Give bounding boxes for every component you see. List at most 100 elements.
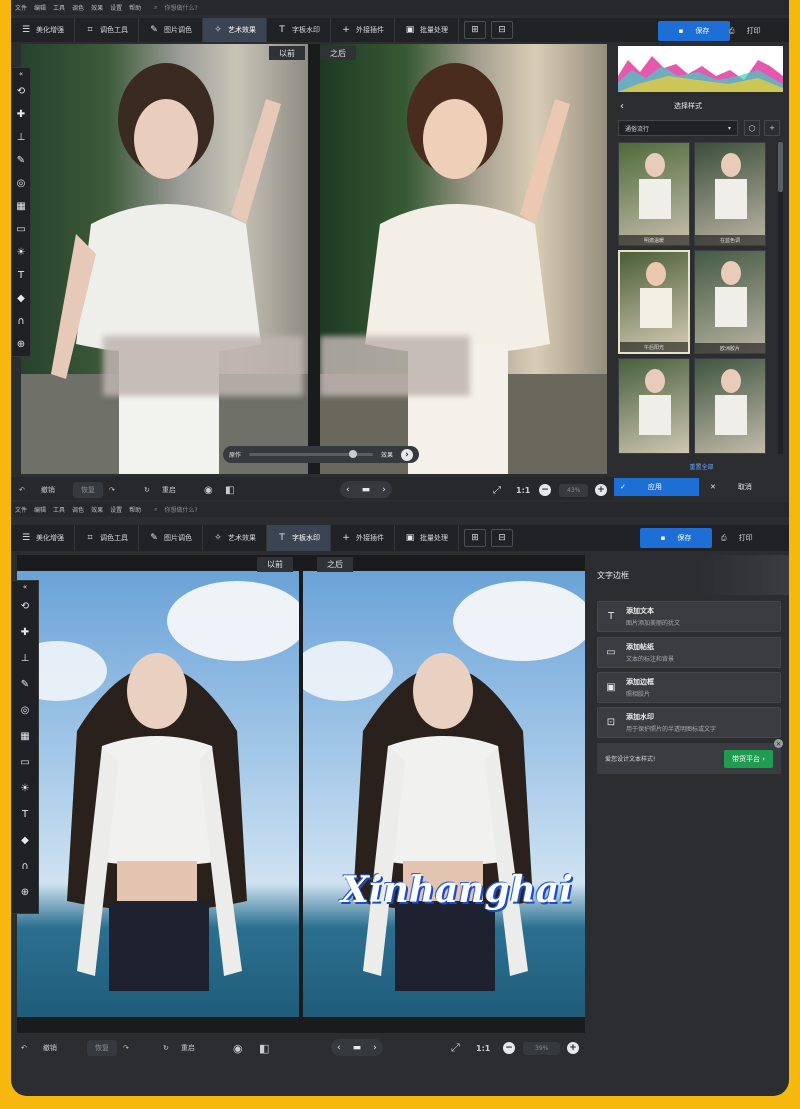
zoom-out-button[interactable]: − (503, 1033, 515, 1063)
export-settings-button[interactable]: ⊟ (491, 529, 513, 547)
back-icon[interactable]: ‹ (620, 101, 624, 112)
text-tool-icon[interactable]: T (22, 801, 28, 827)
export-settings-button[interactable]: ⊟ (491, 21, 513, 39)
menu-color[interactable]: 调色 (72, 3, 84, 12)
fit-screen-icon[interactable]: ⤢ (451, 1033, 460, 1063)
next-circle-icon[interactable]: › (401, 448, 413, 461)
prev-icon[interactable]: ‹ (337, 1043, 341, 1053)
reset-button[interactable]: ↻ 重启 (163, 1033, 195, 1063)
slider-track[interactable] (249, 450, 373, 458)
globe-icon[interactable]: ⊕ (21, 879, 29, 905)
healing-icon[interactable]: ✚ (21, 619, 29, 645)
collapse-icon[interactable]: « (23, 581, 27, 593)
menu-file[interactable]: 文件 (15, 3, 27, 12)
fill-icon[interactable]: ◆ (17, 287, 25, 310)
zoom-out-button[interactable]: − (539, 477, 551, 500)
menu-effects[interactable]: 效果 (91, 3, 103, 12)
actual-size-button[interactable]: 1:1 (516, 477, 530, 500)
slider-thumb[interactable] (348, 450, 357, 458)
folder-icon[interactable]: ▬ (362, 485, 371, 495)
close-promo-icon[interactable]: × (774, 739, 783, 748)
sun-icon[interactable]: ☀ (17, 241, 26, 264)
menu-help[interactable]: 帮助 (129, 3, 141, 12)
collapse-icon[interactable]: « (19, 68, 23, 80)
tab-text-watermark[interactable]: T 字板水印 (267, 18, 331, 42)
print-button[interactable]: ⎙ 打印 (729, 21, 761, 41)
actual-size-button[interactable]: 1:1 (476, 1033, 490, 1063)
search-input[interactable]: 你想做什么? (164, 505, 197, 514)
export-list-button[interactable]: ⊞ (464, 529, 486, 547)
style-thumb-6[interactable] (694, 358, 766, 454)
redo-button[interactable]: 恢复 ↷ (87, 1033, 129, 1063)
menu-color[interactable]: 调色 (72, 505, 84, 514)
tab-art-effects[interactable]: ✧ 艺术效果 (203, 525, 267, 551)
menu-file[interactable]: 文件 (15, 505, 27, 514)
menu-settings[interactable]: 设置 (110, 505, 122, 514)
gradient-icon[interactable]: ▦ (20, 723, 29, 749)
target-icon[interactable]: ◎ (17, 172, 26, 195)
tab-enhance[interactable]: ☰ 美化增强 (11, 525, 75, 551)
zoom-in-button[interactable]: + (595, 477, 607, 500)
text-tool-icon[interactable]: T (18, 264, 24, 287)
stamp-icon[interactable]: ⊥ (17, 126, 26, 149)
eye-icon[interactable]: ◉ (233, 1033, 243, 1063)
eye-icon[interactable]: ◉ (204, 477, 213, 500)
zoom-in-button[interactable]: + (567, 1033, 579, 1063)
watermark-text[interactable]: Xinhanghai (341, 869, 573, 911)
brush-tool-icon[interactable]: ✎ (21, 671, 29, 697)
menu-tools[interactable]: 工具 (53, 3, 65, 12)
add-sticker-card[interactable]: ▭ 添加帖纸 文本的标注和背景 (597, 637, 781, 668)
undo-button[interactable]: ↶ 撤销 (21, 1033, 57, 1063)
tab-art-effects[interactable]: ✧ 艺术效果 (203, 18, 267, 42)
reset-button[interactable]: ↻ 重启 (144, 477, 176, 500)
tab-enhance[interactable]: ☰ 美化增强 (11, 18, 75, 42)
next-icon[interactable]: › (382, 485, 386, 495)
vignette-icon[interactable]: ▭ (20, 749, 29, 775)
magnet-icon[interactable]: ∩ (17, 310, 24, 333)
promo-button[interactable]: 带货平台 › (723, 749, 773, 768)
search-input[interactable]: 你想做什么? (164, 3, 197, 12)
add-text-card[interactable]: T 添加文本 图片添加美丽的犹文 (597, 601, 781, 632)
fill-icon[interactable]: ◆ (21, 827, 29, 853)
menu-edit[interactable]: 编辑 (34, 505, 46, 514)
target-icon[interactable]: ◎ (21, 697, 30, 723)
cube-icon[interactable]: ⬡ (744, 120, 760, 136)
next-icon[interactable]: › (373, 1043, 377, 1053)
undo-button[interactable]: ↶ 撤销 (19, 477, 55, 500)
compare-slider[interactable]: 原作 效果 › (223, 446, 419, 463)
sun-icon[interactable]: ☀ (21, 775, 30, 801)
menu-edit[interactable]: 编辑 (34, 3, 46, 12)
globe-icon[interactable]: ⊕ (17, 333, 25, 356)
tab-batch[interactable]: ▣ 批量处理 (395, 18, 459, 42)
tab-text-watermark[interactable]: T 字板水印 (267, 525, 331, 551)
compare-icon[interactable]: ◧ (225, 477, 234, 500)
style-thumb-2[interactable]: 在蓝色调 (694, 142, 766, 246)
tab-image-color[interactable]: ✎ 图片调色 (139, 525, 203, 551)
style-thumb-4[interactable]: 欧洲胶片 (694, 250, 766, 354)
tab-color-tools[interactable]: ⌗ 调色工具 (75, 18, 139, 42)
tab-image-color[interactable]: ✎ 图片调色 (139, 18, 203, 42)
category-dropdown[interactable]: 通俗流行 ▾ (618, 120, 738, 136)
menu-help[interactable]: 帮助 (129, 505, 141, 514)
compare-icon[interactable]: ◧ (259, 1033, 269, 1063)
prev-icon[interactable]: ‹ (346, 485, 350, 495)
apply-button[interactable]: ✓ 应用 (614, 478, 699, 496)
healing-icon[interactable]: ✚ (17, 103, 25, 126)
cancel-button[interactable]: ✕ 取消 (704, 478, 789, 496)
style-thumb-3[interactable]: 午后阳光 (618, 250, 690, 354)
menu-settings[interactable]: 设置 (110, 3, 122, 12)
panel-scrollbar[interactable] (778, 142, 783, 454)
export-list-button[interactable]: ⊞ (464, 21, 486, 39)
vignette-icon[interactable]: ▭ (16, 218, 25, 241)
redo-button[interactable]: 恢复 ↷ (73, 477, 115, 500)
style-thumb-1[interactable]: 明澈温暖 (618, 142, 690, 246)
rotate-icon[interactable]: ⟲ (17, 80, 25, 103)
brush-tool-icon[interactable]: ✎ (17, 149, 25, 172)
reset-all-link[interactable]: 重置全部 (614, 462, 789, 471)
style-thumb-5[interactable] (618, 358, 690, 454)
stamp-icon[interactable]: ⊥ (21, 645, 30, 671)
tab-color-tools[interactable]: ⌗ 调色工具 (75, 525, 139, 551)
add-watermark-card[interactable]: ⊡ 添加水印 用于保护照片的半透明图标或文字 (597, 707, 781, 738)
tab-batch[interactable]: ▣ 批量处理 (395, 525, 459, 551)
gradient-icon[interactable]: ▦ (16, 195, 25, 218)
